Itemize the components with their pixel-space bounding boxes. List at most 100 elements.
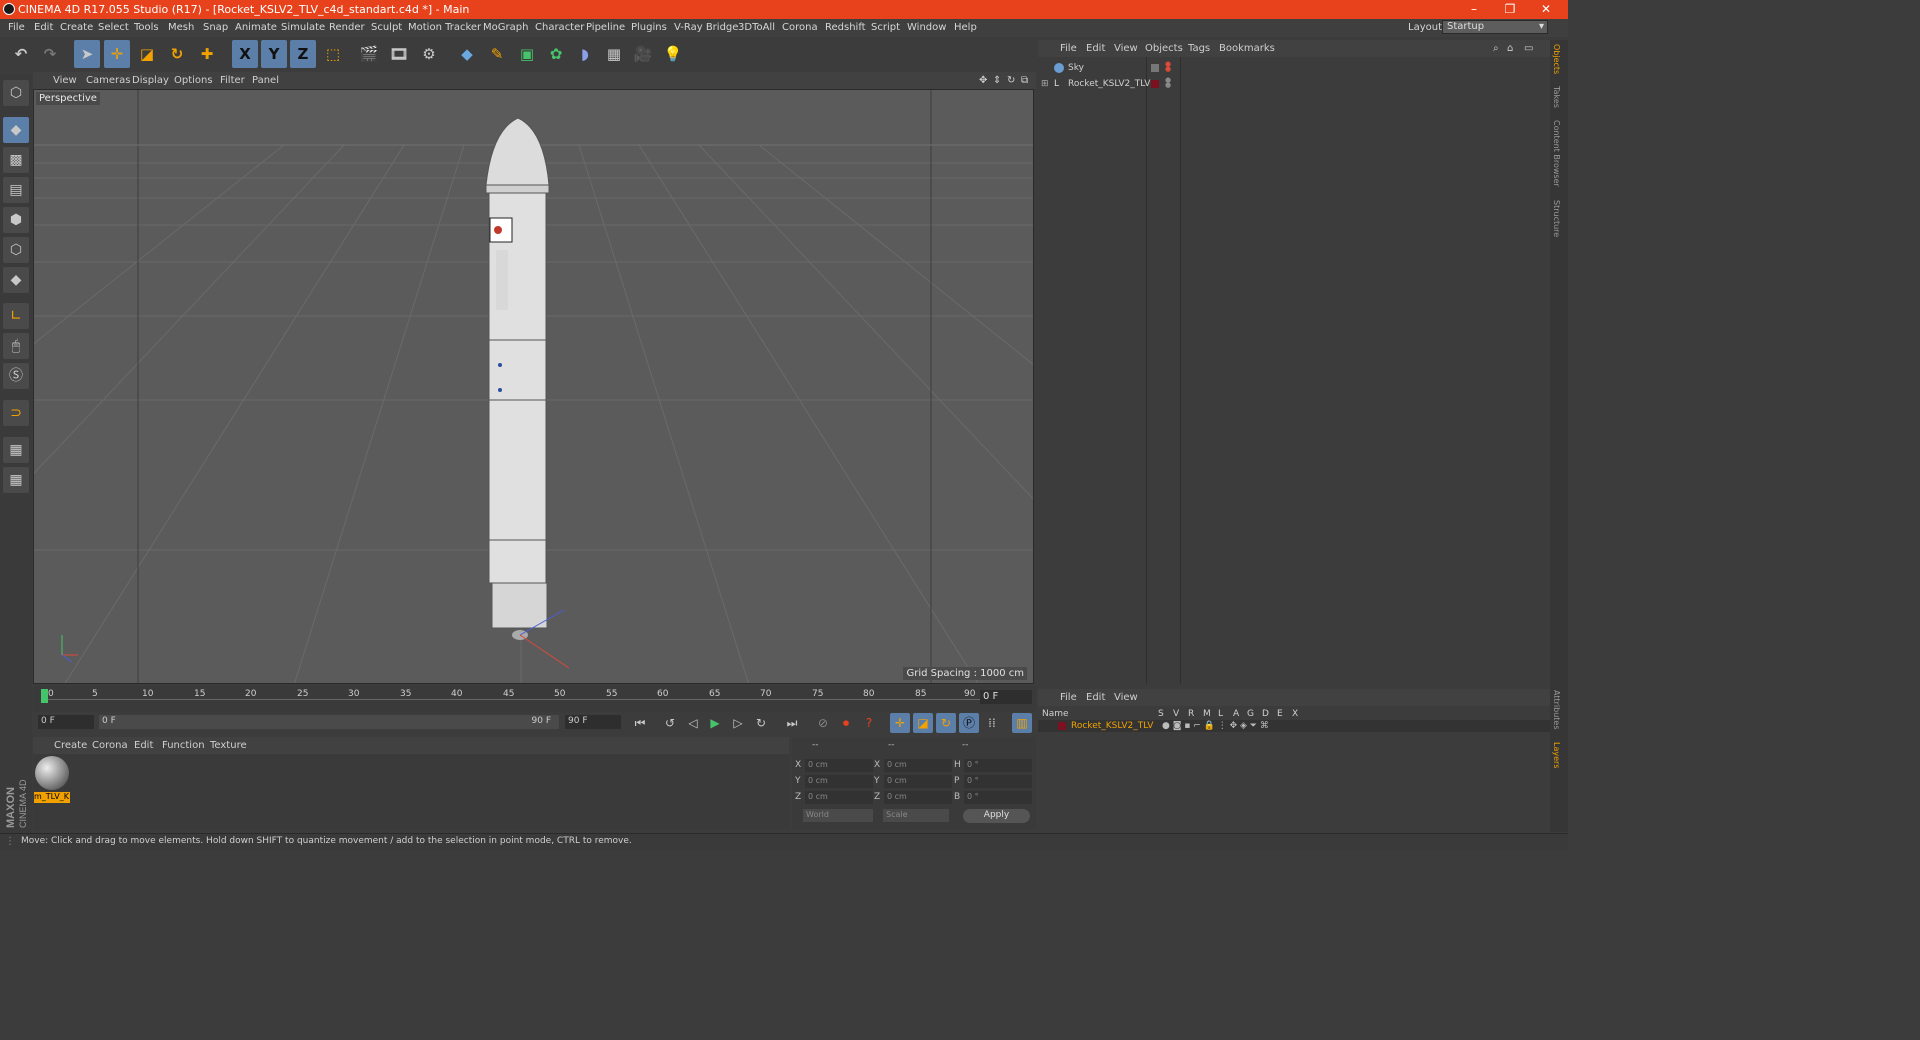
play-button[interactable]: ▶ xyxy=(705,713,725,733)
render-view-button[interactable]: 🎬 xyxy=(356,40,382,68)
object-menu-objects[interactable]: Objects xyxy=(1145,43,1183,54)
layer-color-swatch[interactable] xyxy=(1151,80,1159,88)
cube-button[interactable]: ◆ xyxy=(454,40,480,68)
menu-character[interactable]: Character xyxy=(535,22,584,33)
layer-column-expressions[interactable]: E xyxy=(1277,709,1283,719)
menu-motion-tracker[interactable]: Motion Tracker xyxy=(408,22,481,33)
menu-script[interactable]: Script xyxy=(871,22,900,33)
points-mode-button[interactable]: ⬢ xyxy=(3,207,29,233)
transform-tool-button[interactable]: ✚ xyxy=(194,40,220,68)
viewport-maximize-icon[interactable]: ⧉ xyxy=(1021,75,1028,86)
viewport-menu-view[interactable]: View xyxy=(53,75,77,86)
layer-column-animation[interactable]: A xyxy=(1233,709,1239,719)
menu-mesh[interactable]: Mesh xyxy=(168,22,194,33)
object-menu-tags[interactable]: Tags xyxy=(1188,43,1210,54)
key-rotation-button[interactable]: ↻ xyxy=(936,713,956,733)
floor-button[interactable]: ▦ xyxy=(601,40,627,68)
viewport-3d[interactable]: Perspective Grid Spacing : 1000 cm xyxy=(33,89,1034,684)
visibility-dots-icon[interactable]: ● ● xyxy=(1165,77,1171,89)
layer-column-name[interactable]: Name xyxy=(1042,709,1069,719)
object-menu-file[interactable]: File xyxy=(1060,43,1077,54)
menu-vray-bridge[interactable]: V-Ray Bridge xyxy=(674,22,738,33)
close-button[interactable]: ✕ xyxy=(1528,0,1564,19)
go-to-end-button[interactable]: ⏭ xyxy=(782,713,802,733)
layer-color-swatch[interactable] xyxy=(1058,722,1066,730)
make-editable-button[interactable]: ⬡ xyxy=(3,80,29,106)
material-menu-function[interactable]: Function xyxy=(162,740,205,751)
tab-objects[interactable]: Objects xyxy=(1552,44,1561,74)
tab-takes[interactable]: Takes xyxy=(1552,86,1561,108)
rotation-p-field[interactable]: 0 ° xyxy=(964,775,1032,788)
render-settings-button[interactable]: ⚙ xyxy=(416,40,442,68)
tab-structure[interactable]: Structure xyxy=(1552,200,1561,237)
viewport-zoom-icon[interactable]: ⇕ xyxy=(993,75,1001,86)
search-icon[interactable]: ⌕ xyxy=(1493,43,1499,54)
coordinate-mode-select[interactable]: World xyxy=(803,809,873,822)
menu-plugins[interactable]: Plugins xyxy=(631,22,667,33)
restore-button[interactable]: ❐ xyxy=(1492,0,1528,19)
menu-edit[interactable]: Edit xyxy=(34,22,53,33)
menu-snap[interactable]: Snap xyxy=(203,22,228,33)
next-key-button[interactable]: ↻ xyxy=(751,713,771,733)
key-position-button[interactable]: ✛ xyxy=(890,713,910,733)
light-button[interactable]: 💡 xyxy=(660,40,686,68)
layer-name[interactable]: Rocket_KSLV2_TLV xyxy=(1071,720,1153,732)
viewport-menu-panel[interactable]: Panel xyxy=(252,75,279,86)
model-mode-button[interactable]: ◆ xyxy=(3,117,29,143)
layer-column-render[interactable]: R xyxy=(1188,709,1194,719)
material-menu-texture[interactable]: Texture xyxy=(210,740,247,751)
axis-mode-button[interactable]: ∟ xyxy=(3,303,29,329)
menu-pipeline[interactable]: Pipeline xyxy=(586,22,625,33)
size-mode-select[interactable]: Scale xyxy=(883,809,949,822)
tab-layers[interactable]: Layers xyxy=(1552,742,1561,768)
layer-column-xref[interactable]: X xyxy=(1292,709,1298,719)
workplane-mode-button[interactable]: ▤ xyxy=(3,177,29,203)
viewport-move-icon[interactable]: ✥ xyxy=(979,75,987,86)
menu-window[interactable]: Window xyxy=(907,22,946,33)
select-tool-button[interactable]: ➤ xyxy=(74,40,100,68)
prev-key-button[interactable]: ↺ xyxy=(660,713,680,733)
key-scale-button[interactable]: ◪ xyxy=(913,713,933,733)
layer-column-view[interactable]: V xyxy=(1173,709,1179,719)
menu-file[interactable]: File xyxy=(8,22,25,33)
object-row-rocket[interactable]: ⊞ L Rocket_KSLV2_TLV xyxy=(1040,76,1150,92)
layer-column-generators[interactable]: G xyxy=(1247,709,1254,719)
viewport-rotate-icon[interactable]: ↻ xyxy=(1007,75,1015,86)
menu-tools[interactable]: Tools xyxy=(134,22,159,33)
layout-select[interactable]: Startup ▾ xyxy=(1442,20,1548,34)
menu-render[interactable]: Render xyxy=(329,22,365,33)
minimize-button[interactable]: – xyxy=(1456,0,1492,19)
deformer-button[interactable]: ◗ xyxy=(572,40,598,68)
current-frame-field[interactable]: 0 F xyxy=(980,690,1032,704)
visibility-dots-icon[interactable]: ● ● xyxy=(1165,61,1171,73)
layer-menu-file[interactable]: File xyxy=(1060,692,1077,703)
subdivision-button[interactable]: ▣ xyxy=(514,40,540,68)
material-thumbnail[interactable] xyxy=(35,756,69,790)
home-icon[interactable]: ⌂ xyxy=(1507,43,1513,54)
frame-range-slider[interactable]: 0 F 90 F xyxy=(99,715,559,729)
undo-button[interactable]: ↶ xyxy=(8,40,34,68)
tab-attributes[interactable]: Attributes xyxy=(1552,690,1561,730)
workplane-lock-button[interactable]: ▦ xyxy=(3,437,29,463)
end-frame-field[interactable]: 90 F xyxy=(565,715,621,729)
viewport-menu-options[interactable]: Options xyxy=(174,75,213,86)
object-menu-view[interactable]: View xyxy=(1114,43,1138,54)
key-pla-button[interactable]: ⁞⁞ xyxy=(982,713,1002,733)
apply-button[interactable]: Apply xyxy=(963,809,1030,823)
y-axis-button[interactable]: Y xyxy=(261,40,287,68)
layer-row[interactable]: Rocket_KSLV2_TLV ● ◙ ▪ ⌐ 🔒 ⋮ ✥ ◈ ⏷ ⌘ xyxy=(1038,720,1550,732)
tab-content-browser[interactable]: Content Browser xyxy=(1552,120,1561,187)
material-menu-edit[interactable]: Edit xyxy=(134,740,153,751)
menu-animate[interactable]: Animate xyxy=(235,22,277,33)
expand-icon[interactable]: ⊞ xyxy=(1041,76,1049,92)
menu-simulate[interactable]: Simulate xyxy=(281,22,325,33)
menu-create[interactable]: Create xyxy=(60,22,93,33)
rotation-h-field[interactable]: 0 ° xyxy=(964,759,1032,772)
rotate-tool-button[interactable]: ↻ xyxy=(164,40,190,68)
edges-mode-button[interactable]: ⬡ xyxy=(3,237,29,263)
layer-column-solo[interactable]: S xyxy=(1158,709,1164,719)
layer-column-manager[interactable]: M xyxy=(1203,709,1211,719)
layer-column-locked[interactable]: L xyxy=(1218,709,1223,719)
rotation-b-field[interactable]: 0 ° xyxy=(964,791,1032,804)
scale-tool-button[interactable]: ◪ xyxy=(134,40,160,68)
